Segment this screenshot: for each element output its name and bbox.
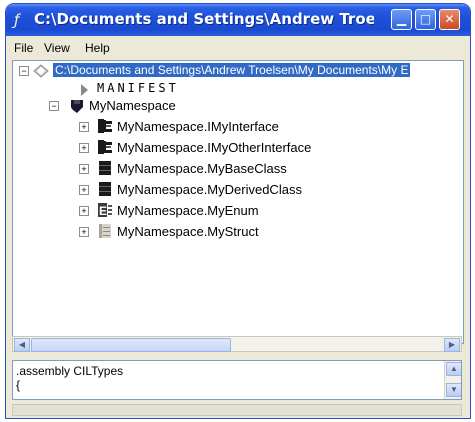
status-bar xyxy=(12,404,462,416)
expand-icon[interactable]: + xyxy=(79,143,89,153)
manifest-arrow-icon xyxy=(81,84,88,96)
expand-icon[interactable]: + xyxy=(79,122,89,132)
menu-file[interactable]: File xyxy=(14,41,33,55)
interface-icon xyxy=(98,119,112,133)
app-window: ƒ C:\Documents and Settings\Andrew Troe.… xyxy=(6,4,470,418)
details-line-2: { xyxy=(16,378,21,392)
details-line-1: .assembly CILTypes xyxy=(16,364,124,378)
class-icon xyxy=(99,182,111,196)
namespace-shield-icon xyxy=(71,100,83,113)
scroll-thumb[interactable] xyxy=(31,338,231,352)
collapse-icon[interactable]: − xyxy=(19,66,29,76)
scroll-up-icon[interactable]: ▲ xyxy=(446,362,461,376)
type-label[interactable]: MyNamespace.MyEnum xyxy=(117,203,259,218)
type-label[interactable]: MyNamespace.IMyInterface xyxy=(117,119,279,134)
menu-bar: File View Help xyxy=(10,38,466,58)
scroll-right-icon[interactable]: ▶ xyxy=(444,338,460,352)
menu-view[interactable]: View xyxy=(44,41,70,55)
type-label[interactable]: MyNamespace.IMyOtherInterface xyxy=(117,140,311,155)
horizontal-scrollbar[interactable]: ◀ ▶ xyxy=(12,336,462,352)
maximize-button[interactable]: □ xyxy=(415,9,436,30)
expand-icon[interactable]: + xyxy=(79,227,89,237)
enum-icon: E xyxy=(98,203,112,217)
close-button[interactable]: ✕ xyxy=(439,9,460,30)
type-label[interactable]: MyNamespace.MyDerivedClass xyxy=(117,182,302,197)
svg-text:E: E xyxy=(99,204,107,217)
type-label[interactable]: MyNamespace.MyBaseClass xyxy=(117,161,287,176)
class-icon xyxy=(99,161,111,175)
assembly-icon xyxy=(33,64,49,78)
minimize-button[interactable]: ▁ xyxy=(391,9,412,30)
tree-root-row[interactable]: − C:\Documents and Settings\Andrew Troel… xyxy=(15,63,461,81)
vertical-scrollbar[interactable]: ▲ ▼ xyxy=(444,361,461,399)
quill-icon: ƒ xyxy=(14,11,20,29)
type-label[interactable]: MyNamespace.MyStruct xyxy=(117,224,259,239)
struct-icon xyxy=(99,224,111,238)
menu-help[interactable]: Help xyxy=(85,41,110,55)
manifest-label[interactable]: MANIFEST xyxy=(97,81,179,95)
window-title: C:\Documents and Settings\Andrew Troe... xyxy=(34,10,374,28)
tree-view[interactable]: − C:\Documents and Settings\Andrew Troel… xyxy=(12,60,464,344)
scroll-left-icon[interactable]: ◀ xyxy=(14,338,30,352)
title-bar[interactable]: ƒ C:\Documents and Settings\Andrew Troe.… xyxy=(6,4,470,36)
collapse-icon[interactable]: − xyxy=(49,101,59,111)
details-textbox[interactable]: .assembly CILTypes { ▲ ▼ xyxy=(12,360,462,400)
expand-icon[interactable]: + xyxy=(79,164,89,174)
interface-icon xyxy=(98,140,112,154)
tree-root-label[interactable]: C:\Documents and Settings\Andrew Troelse… xyxy=(53,63,411,77)
expand-icon[interactable]: + xyxy=(79,185,89,195)
scroll-down-icon[interactable]: ▼ xyxy=(446,383,461,397)
namespace-label[interactable]: MyNamespace xyxy=(89,98,176,113)
expand-icon[interactable]: + xyxy=(79,206,89,216)
